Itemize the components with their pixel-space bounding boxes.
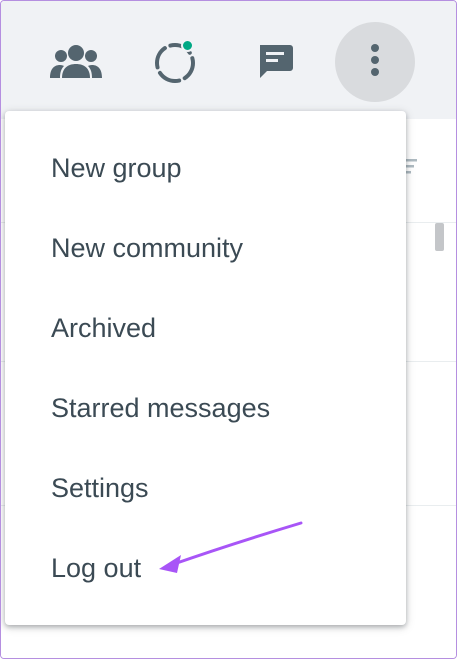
menu-item-label: Settings <box>51 472 149 503</box>
communities-button[interactable] <box>48 36 104 92</box>
menu-item-label: New community <box>51 232 244 263</box>
menu-item-label: Log out <box>51 552 142 583</box>
menu-item-label: Starred messages <box>51 392 271 423</box>
scrollbar-thumb[interactable] <box>435 223 444 251</box>
status-button[interactable] <box>147 35 203 91</box>
app-window: New group New community Archived Starred… <box>0 0 457 659</box>
menu-item-new-community[interactable]: New community <box>5 208 406 288</box>
status-indicator-dot <box>181 39 194 52</box>
header-bar <box>1 1 456 119</box>
menu-item-label: Archived <box>51 312 157 343</box>
menu-item-settings[interactable]: Settings <box>5 448 406 528</box>
menu-item-label: New group <box>51 152 182 183</box>
menu-item-new-group[interactable]: New group <box>5 128 406 208</box>
menu-icon <box>370 43 380 82</box>
new-chat-button[interactable] <box>247 35 303 91</box>
communities-icon <box>49 44 103 85</box>
new-chat-icon <box>255 41 295 86</box>
menu-button[interactable] <box>335 22 415 102</box>
annotation-arrow-icon <box>151 517 303 582</box>
menu-item-archived[interactable]: Archived <box>5 288 406 368</box>
menu-item-starred-messages[interactable]: Starred messages <box>5 368 406 448</box>
